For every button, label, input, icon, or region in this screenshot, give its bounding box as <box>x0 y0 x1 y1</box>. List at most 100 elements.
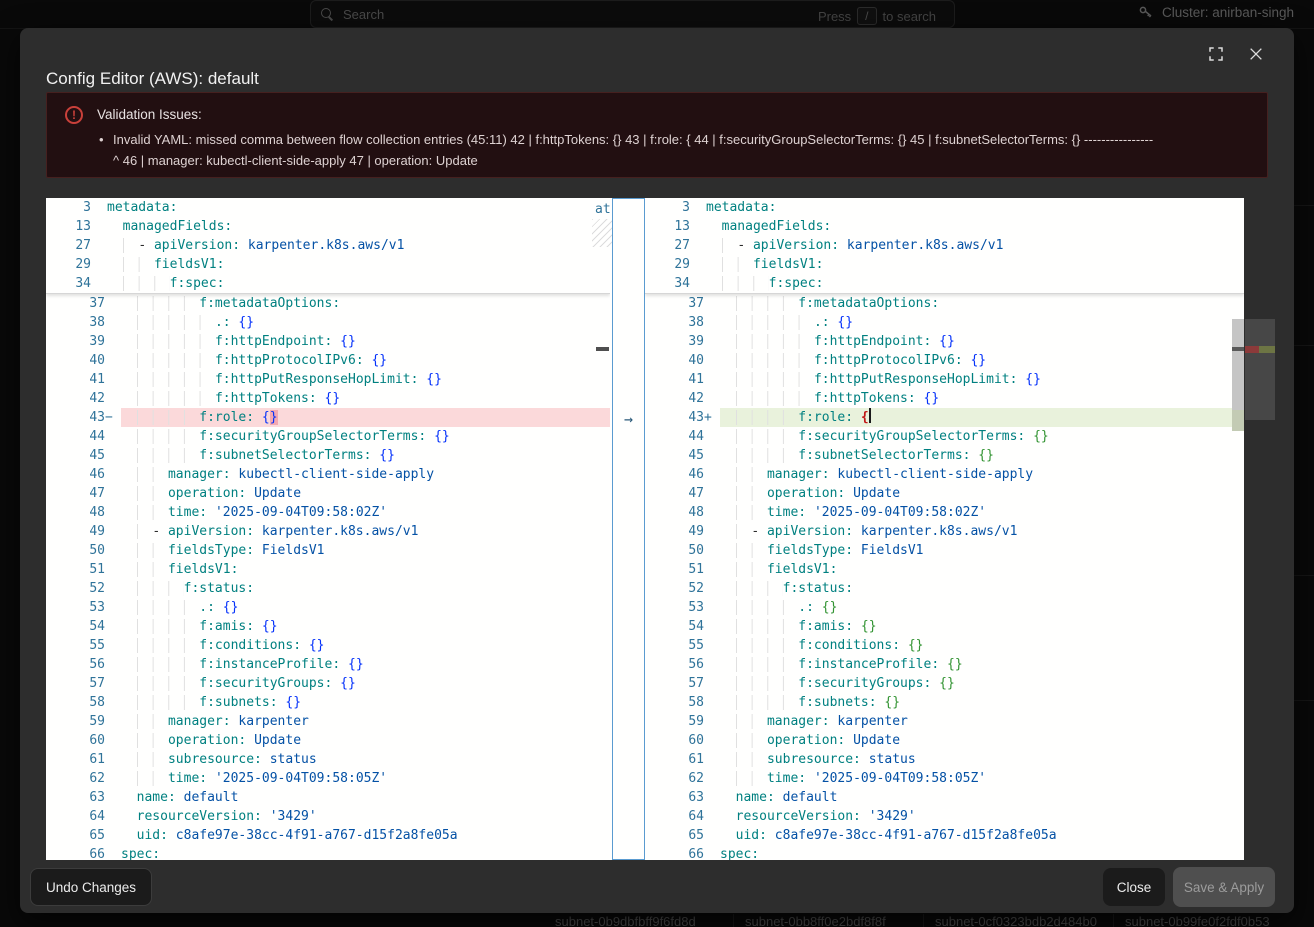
code-line[interactable]: 39 f:httpEndpoint: {} <box>645 332 1244 351</box>
code-line[interactable]: 37 f:metadataOptions: <box>645 294 1244 313</box>
code-line[interactable]: 50 fieldsType: FieldsV1 <box>46 541 610 560</box>
code-line[interactable]: 27 - apiVersion: karpenter.k8s.aws/v1 <box>46 236 610 255</box>
code-line[interactable]: 58 f:subnets: {} <box>46 693 610 712</box>
code-line[interactable]: 29 fieldsV1: <box>645 255 1244 274</box>
code-line[interactable]: 65 uid: c8afe97e-38cc-4f91-a767-d15f2a8f… <box>46 826 610 845</box>
code-line[interactable]: 55 f:conditions: {} <box>46 636 610 655</box>
code-line[interactable]: 50 fieldsType: FieldsV1 <box>645 541 1244 560</box>
code-line[interactable]: 34 f:spec: <box>46 274 610 293</box>
code-line[interactable]: 39 f:httpEndpoint: {} <box>46 332 610 351</box>
code-line[interactable]: 61 subresource: status <box>46 750 610 769</box>
code-line[interactable]: 57 f:securityGroups: {} <box>645 674 1244 693</box>
code-line[interactable]: 62 time: '2025-09-04T09:58:05Z' <box>645 769 1244 788</box>
code-line[interactable]: 66spec: <box>645 845 1244 860</box>
code-line[interactable]: 40 f:httpProtocolIPv6: {} <box>46 351 610 370</box>
save-apply-button[interactable]: Save & Apply <box>1173 867 1275 907</box>
code-line[interactable]: 56 f:instanceProfile: {} <box>46 655 610 674</box>
code-line[interactable]: 53 .: {} <box>645 598 1244 617</box>
code-line[interactable]: 60 operation: Update <box>46 731 610 750</box>
sticky-scroll-header[interactable]: 3metadata:13 managedFields:27 - apiVersi… <box>46 198 610 294</box>
code-line[interactable]: 42 f:httpTokens: {} <box>46 389 610 408</box>
fullscreen-button[interactable] <box>1200 38 1232 70</box>
code-line[interactable]: 49 - apiVersion: karpenter.k8s.aws/v1 <box>46 522 610 541</box>
code-text: f:securityGroupSelectorTerms: {} <box>720 427 1244 446</box>
code-line[interactable]: 54 f:amis: {} <box>46 617 610 636</box>
line-number: 34 <box>46 274 107 293</box>
yaml-diff-editor[interactable]: 3metadata:13 managedFields:27 - apiVersi… <box>46 198 1244 860</box>
code-line[interactable]: 54 f:amis: {} <box>645 617 1244 636</box>
code-line[interactable]: 60 operation: Update <box>645 731 1244 750</box>
code-line[interactable]: 65 uid: c8afe97e-38cc-4f91-a767-d15f2a8f… <box>645 826 1244 845</box>
code-line[interactable]: 3metadata: <box>645 198 1244 217</box>
line-number: 13 <box>46 217 107 236</box>
code-line[interactable]: 41 f:httpPutResponseHopLimit: {} <box>645 370 1244 389</box>
code-line[interactable]: 63 name: default <box>645 788 1244 807</box>
code-line[interactable]: 52 f:status: <box>46 579 610 598</box>
code-line[interactable]: 44 f:securityGroupSelectorTerms: {} <box>46 427 610 446</box>
code-text: f:subnets: {} <box>720 693 1244 712</box>
code-text: spec: <box>720 845 1244 860</box>
code-line[interactable]: 56 f:instanceProfile: {} <box>645 655 1244 674</box>
diff-original-pane[interactable]: 3metadata:13 managedFields:27 - apiVersi… <box>46 198 610 860</box>
code-line[interactable]: 29 fieldsV1: <box>46 255 610 274</box>
code-line[interactable]: 41 f:httpPutResponseHopLimit: {} <box>46 370 610 389</box>
code-line[interactable]: 45 f:subnetSelectorTerms: {} <box>645 446 1244 465</box>
code-content[interactable]: 37 f:metadataOptions:38 .: {}39 f:httpEn… <box>645 294 1244 860</box>
line-number: 58 <box>46 693 121 712</box>
config-editor-dialog: Config Editor (AWS): default ! Validatio… <box>20 28 1294 913</box>
code-line[interactable]: 48 time: '2025-09-04T09:58:02Z' <box>46 503 610 522</box>
close-button[interactable]: Close <box>1103 868 1165 906</box>
code-line[interactable]: 63 name: default <box>46 788 610 807</box>
validation-message: • Invalid YAML: missed comma between flo… <box>113 129 1253 171</box>
code-text: f:httpPutResponseHopLimit: {} <box>121 370 610 389</box>
code-line[interactable]: 43− f:role: {} <box>46 408 610 427</box>
code-line[interactable]: 59 manager: karpenter <box>46 712 610 731</box>
code-text: f:role: { <box>720 408 1244 427</box>
code-line[interactable]: 3metadata: <box>46 198 610 217</box>
code-line[interactable]: 47 operation: Update <box>46 484 610 503</box>
code-line[interactable]: 44 f:securityGroupSelectorTerms: {} <box>645 427 1244 446</box>
line-number: 62 <box>46 769 121 788</box>
code-text: operation: Update <box>121 484 610 503</box>
code-line[interactable]: 52 f:status: <box>645 579 1244 598</box>
undo-changes-button[interactable]: Undo Changes <box>30 868 152 906</box>
scrollbar-slider[interactable] <box>1232 319 1244 420</box>
code-line[interactable]: 49 - apiVersion: karpenter.k8s.aws/v1 <box>645 522 1244 541</box>
code-line[interactable]: 37 f:metadataOptions: <box>46 294 610 313</box>
code-line[interactable]: 51 fieldsV1: <box>46 560 610 579</box>
code-line[interactable]: 34 f:spec: <box>645 274 1244 293</box>
revert-change-arrow-button[interactable]: → <box>613 409 644 428</box>
code-line[interactable]: 46 manager: kubectl-client-side-apply <box>46 465 610 484</box>
code-line[interactable]: 58 f:subnets: {} <box>645 693 1244 712</box>
code-line[interactable]: 43+ f:role: { <box>645 408 1244 427</box>
code-line[interactable]: 47 operation: Update <box>645 484 1244 503</box>
sticky-scroll-header[interactable]: 3metadata:13 managedFields:27 - apiVersi… <box>645 198 1244 294</box>
code-line[interactable]: 59 manager: karpenter <box>645 712 1244 731</box>
code-line[interactable]: 64 resourceVersion: '3429' <box>645 807 1244 826</box>
code-line[interactable]: 64 resourceVersion: '3429' <box>46 807 610 826</box>
line-number: 55 <box>46 636 121 655</box>
code-line[interactable]: 62 time: '2025-09-04T09:58:05Z' <box>46 769 610 788</box>
code-line[interactable]: 42 f:httpTokens: {} <box>645 389 1244 408</box>
code-line[interactable]: 55 f:conditions: {} <box>645 636 1244 655</box>
code-line[interactable]: 38 .: {} <box>645 313 1244 332</box>
code-line[interactable]: 46 manager: kubectl-client-side-apply <box>645 465 1244 484</box>
diff-modified-pane[interactable]: 3metadata:13 managedFields:27 - apiVersi… <box>645 198 1244 860</box>
line-number: 34 <box>645 274 706 293</box>
code-line[interactable]: 66spec: <box>46 845 610 860</box>
code-line[interactable]: 45 f:subnetSelectorTerms: {} <box>46 446 610 465</box>
code-line[interactable]: 57 f:securityGroups: {} <box>46 674 610 693</box>
code-line[interactable]: 38 .: {} <box>46 313 610 332</box>
code-line[interactable]: 61 subresource: status <box>645 750 1244 769</box>
code-content[interactable]: 37 f:metadataOptions:38 .: {}39 f:httpEn… <box>46 294 610 860</box>
code-text: metadata: <box>107 198 610 217</box>
code-line[interactable]: 13 managedFields: <box>645 217 1244 236</box>
close-dialog-button[interactable] <box>1240 38 1272 70</box>
code-line[interactable]: 13 managedFields: <box>46 217 610 236</box>
code-text: f:conditions: {} <box>121 636 610 655</box>
code-line[interactable]: 40 f:httpProtocolIPv6: {} <box>645 351 1244 370</box>
code-line[interactable]: 53 .: {} <box>46 598 610 617</box>
code-line[interactable]: 27 - apiVersion: karpenter.k8s.aws/v1 <box>645 236 1244 255</box>
code-line[interactable]: 51 fieldsV1: <box>645 560 1244 579</box>
code-line[interactable]: 48 time: '2025-09-04T09:58:02Z' <box>645 503 1244 522</box>
